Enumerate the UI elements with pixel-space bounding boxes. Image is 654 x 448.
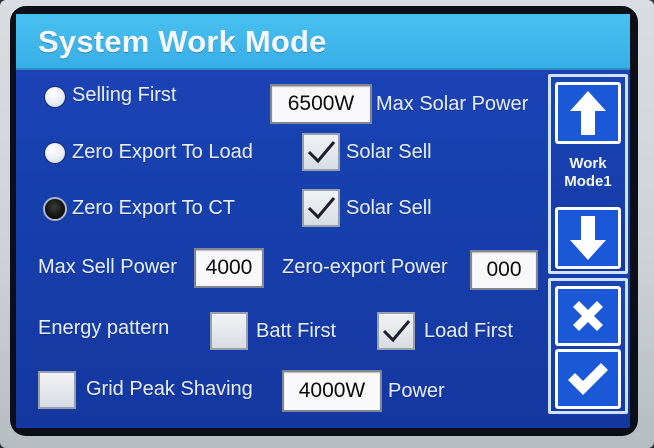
grid-peak-shaving-label: Grid Peak Shaving [86,378,253,400]
zero-export-power-label: Zero-export Power [282,256,448,278]
radio-zero-export-to-load[interactable] [45,143,65,163]
solar-sell-label-2: Solar Sell [346,197,432,219]
check-icon [568,363,608,395]
grid-peak-shaving-power-input[interactable]: 4000W [282,370,382,412]
solar-sell-checkbox-1[interactable] [302,133,340,171]
page-title: System Work Mode [38,24,327,59]
work-mode-line2: Mode1 [564,173,612,190]
work-mode-up-button[interactable] [555,82,621,144]
max-solar-power-input[interactable]: 6500W [270,84,372,124]
grid-peak-shaving-checkbox[interactable] [38,371,76,409]
cancel-button[interactable] [555,286,621,346]
work-mode-down-button[interactable] [555,207,621,269]
mode-label: Selling First [72,84,177,106]
radio-selling-first[interactable] [45,87,65,107]
max-solar-power-label: Max Solar Power [376,93,529,115]
radio-zero-export-to-ct[interactable] [45,199,65,219]
max-sell-power-input[interactable]: 4000 [194,248,264,288]
grid-peak-shaving-unit-label: Power [388,380,445,402]
solar-sell-checkbox-2[interactable] [302,189,340,227]
check-mark-icon [307,141,336,164]
mode-label: Zero Export To Load [72,141,253,163]
check-mark-icon [307,197,336,220]
close-icon [573,301,603,331]
solar-sell-label-1: Solar Sell [346,141,432,163]
check-mark-icon [382,320,411,343]
mode-label: Zero Export To CT [72,197,236,219]
zero-export-power-input[interactable]: 000 [470,250,538,290]
confirm-button[interactable] [555,349,621,409]
load-first-label: Load First [424,320,513,342]
batt-first-label: Batt First [256,320,337,342]
energy-pattern-label: Energy pattern [38,317,170,339]
load-first-checkbox[interactable] [377,312,415,350]
arrow-up-icon [570,91,606,135]
max-sell-power-label: Max Sell Power [38,256,177,278]
arrow-down-icon [570,216,606,260]
batt-first-checkbox[interactable] [210,312,248,350]
work-mode-selector: Work Mode1 [548,74,628,274]
work-mode-line1: Work [569,155,607,172]
action-buttons [548,278,628,414]
title-bar: System Work Mode [16,14,630,70]
